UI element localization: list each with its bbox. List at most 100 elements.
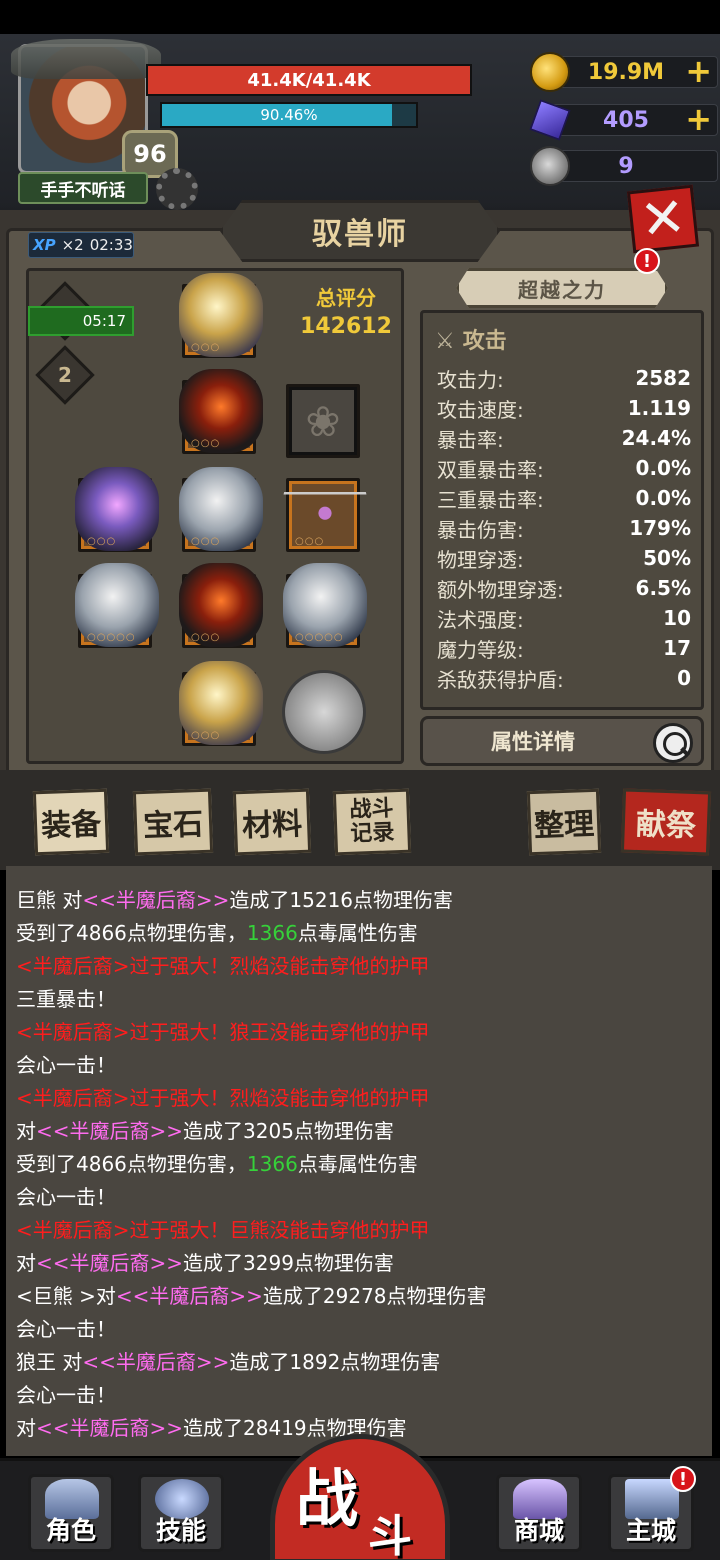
log-segment: 点毒属性伤害 bbox=[297, 1152, 418, 1176]
empty-relic-disc[interactable] bbox=[282, 670, 366, 754]
stats-header: ⚔ 攻击 bbox=[435, 329, 507, 354]
stat-label: 暴击伤害: bbox=[437, 517, 524, 542]
stat-row: 魔力等级: 17 bbox=[437, 633, 691, 663]
stat-label: 攻击力: bbox=[437, 367, 504, 392]
log-segment: 1366 bbox=[246, 921, 298, 945]
log-segment: <<半魔后裔>> bbox=[115, 1284, 263, 1308]
xp-bar: 90.46% bbox=[160, 102, 418, 128]
clover-buff-timer: 05:17 bbox=[28, 306, 134, 336]
stat-value: 50% bbox=[643, 546, 691, 570]
stat-value: 1.119 bbox=[627, 396, 691, 420]
stat-row: 额外物理穿透: 6.5% bbox=[437, 573, 691, 603]
attribute-details-button[interactable]: 属性详情 bbox=[420, 716, 704, 766]
log-segment: 造成了3205点物理伤害 bbox=[183, 1119, 394, 1143]
log-line: 会心一击！ bbox=[16, 1313, 116, 1345]
log-line: <半魔后裔>过于强大！巨熊没能击穿他的护甲 bbox=[16, 1214, 430, 1246]
boots-slot[interactable]: ○○○ bbox=[179, 661, 263, 746]
nav-skills[interactable]: 技能 bbox=[138, 1474, 224, 1552]
log-segment: 对 bbox=[16, 1119, 36, 1143]
stat-label: 物理穿透: bbox=[437, 547, 524, 572]
log-line: <半魔后裔>过于强大！狼王没能击穿他的护甲 bbox=[16, 1016, 430, 1048]
stat-value: 0.0% bbox=[635, 486, 691, 510]
empty-slot[interactable] bbox=[286, 384, 360, 458]
xp-multiplier: ×2 bbox=[61, 236, 84, 254]
alert-badge: ! bbox=[634, 248, 660, 274]
log-segment: 点毒属性伤害 bbox=[297, 921, 418, 945]
log-segment: <半魔后裔>过于强大！烈焰没能击穿他的护甲 bbox=[16, 954, 430, 978]
stat-label: 三重暴击率: bbox=[437, 487, 544, 512]
ram-skull-icon bbox=[530, 146, 570, 186]
log-line: <半魔后裔>过于强大！烈焰没能击穿他的护甲 bbox=[16, 1082, 430, 1114]
log-segment: 对 bbox=[16, 1251, 36, 1275]
log-segment: 受到了4866点物理伤害， bbox=[16, 1152, 247, 1176]
stat-row: 杀敌获得护盾: 0 bbox=[437, 663, 691, 693]
gold-counter: 19.9M + bbox=[530, 52, 718, 92]
nav-shop[interactable]: 商城 bbox=[496, 1474, 582, 1552]
log-line: 巨熊 对<<半魔后裔>>造成了15216点物理伤害 bbox=[16, 884, 453, 916]
stat-label: 暴击率: bbox=[437, 427, 504, 452]
log-line: 会心一击！ bbox=[16, 1379, 116, 1411]
panel-title-plate: 驭兽师 bbox=[220, 200, 500, 262]
log-segment: <巨熊 >对 bbox=[16, 1284, 116, 1308]
legs-slot[interactable]: ○○○ bbox=[179, 563, 263, 648]
helmet-slot[interactable]: ○○○ bbox=[179, 273, 263, 358]
log-line: 会心一击！ bbox=[16, 1049, 116, 1081]
attribute-details-label: 属性详情 bbox=[491, 730, 575, 754]
nav-character[interactable]: 角色 bbox=[28, 1474, 114, 1552]
stat-label: 法术强度: bbox=[437, 607, 524, 632]
add-gold-button[interactable]: + bbox=[685, 54, 712, 88]
stat-label: 攻击速度: bbox=[437, 397, 524, 422]
tab-gems[interactable]: 宝石 bbox=[132, 788, 214, 856]
player-name: 手手不听话 bbox=[18, 172, 148, 204]
gloves-slot[interactable]: ○○○○○ bbox=[75, 563, 159, 648]
add-gem-button[interactable]: + bbox=[685, 102, 712, 136]
log-segment: 会心一击！ bbox=[16, 1317, 116, 1341]
sacrifice-button[interactable]: 献祭 bbox=[620, 788, 712, 856]
tab-battle-record[interactable]: 战斗 记录 bbox=[332, 788, 412, 856]
log-segment: <半魔后裔>过于强大！烈焰没能击穿他的护甲 bbox=[16, 1086, 430, 1110]
tab-materials[interactable]: 材料 bbox=[232, 788, 312, 856]
stat-label: 额外物理穿透: bbox=[437, 577, 564, 602]
stat-value: 2582 bbox=[635, 366, 691, 390]
shield-slot[interactable]: ○○○ bbox=[75, 467, 159, 552]
search-icon[interactable] bbox=[653, 723, 693, 763]
score-label: 总评分 bbox=[316, 286, 376, 310]
stat-value: 179% bbox=[629, 516, 691, 540]
stat-row: 暴击伤害: 179% bbox=[437, 513, 691, 543]
gem-counter: 405 + bbox=[529, 99, 718, 141]
gear-icon[interactable] bbox=[156, 168, 198, 210]
panel-title: 驭兽师 bbox=[312, 217, 408, 252]
log-segment: <<半魔后裔>> bbox=[36, 1119, 184, 1143]
ring-slot[interactable]: ○○○○○ bbox=[283, 563, 367, 648]
rank-value: 2 bbox=[58, 363, 72, 387]
hp-bar: 41.4K/41.4K bbox=[146, 64, 472, 96]
sort-button[interactable]: 整理 bbox=[526, 788, 602, 856]
battle-label: 战 bbox=[296, 1462, 359, 1535]
log-segment: 造成了1892点物理伤害 bbox=[229, 1350, 441, 1374]
gold-coin-icon bbox=[530, 52, 570, 92]
log-segment: 造成了3299点物理伤害 bbox=[183, 1251, 394, 1275]
xp-text: 90.46% bbox=[260, 106, 318, 124]
log-line: 受到了4866点物理伤害，1366点毒属性伤害 bbox=[16, 1148, 418, 1180]
stats-panel[interactable]: ⚔ 攻击 攻击力: 2582 攻击速度: 1.119 暴击率: 24.4% 双重暴击率: 0.0… bbox=[420, 310, 704, 710]
beyond-power-button[interactable]: 超越之力 bbox=[456, 268, 668, 308]
log-segment: <半魔后裔>过于强大！巨熊没能击穿他的护甲 bbox=[16, 1218, 430, 1242]
close-button[interactable]: ✕ bbox=[626, 184, 700, 254]
xp-boost-badge: XP ×2 02:33 bbox=[28, 232, 134, 258]
log-line: 狼王 对<<半魔后裔>>造成了1892点物理伤害 bbox=[16, 1346, 440, 1378]
chest-slot[interactable]: ○○○ bbox=[179, 467, 263, 552]
battle-log[interactable]: 巨熊 对<<半魔后裔>>造成了15216点物理伤害 受到了4866点物理伤害，13… bbox=[6, 866, 712, 1456]
stat-row: 双重暴击率: 0.0% bbox=[437, 453, 691, 483]
amulet-slot[interactable]: ○○○ bbox=[179, 369, 263, 454]
alert-badge: ! bbox=[670, 1466, 696, 1492]
tab-equipment[interactable]: 装备 bbox=[32, 788, 110, 856]
log-segment: 对 bbox=[16, 1416, 36, 1440]
log-line: 对<<半魔后裔>>造成了3299点物理伤害 bbox=[16, 1247, 394, 1279]
log-segment: <<半魔后裔>> bbox=[82, 888, 230, 912]
log-segment: 巨熊 对 bbox=[16, 888, 83, 912]
log-segment: 狼王 对 bbox=[16, 1350, 83, 1374]
necklace-slot[interactable]: ○○○ bbox=[283, 467, 367, 552]
log-segment: <<半魔后裔>> bbox=[36, 1416, 184, 1440]
log-segment: 三重暴击！ bbox=[16, 987, 116, 1011]
stat-row: 物理穿透: 50% bbox=[437, 543, 691, 573]
